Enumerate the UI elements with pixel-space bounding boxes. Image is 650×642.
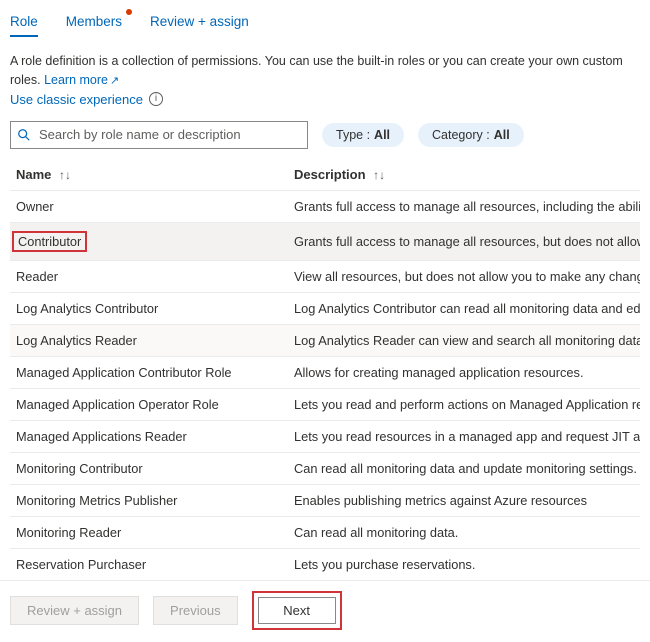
column-desc-label: Description xyxy=(294,167,366,182)
learn-more-label: Learn more xyxy=(44,73,108,87)
search-icon xyxy=(17,128,31,142)
search-box[interactable] xyxy=(10,121,308,149)
next-button[interactable]: Next xyxy=(258,597,336,624)
column-name-label: Name xyxy=(16,167,51,182)
category-filter-value: All xyxy=(494,128,510,142)
role-name: Monitoring Metrics Publisher xyxy=(16,493,177,508)
role-name: Log Analytics Reader xyxy=(16,333,137,348)
column-header-description[interactable]: Description ↑↓ xyxy=(288,159,640,191)
previous-button: Previous xyxy=(153,596,238,625)
attention-dot-icon xyxy=(126,9,132,15)
table-row[interactable]: Managed Applications Reader Lets you rea… xyxy=(10,420,640,452)
role-name: Reservation Purchaser xyxy=(16,557,146,572)
column-header-name[interactable]: Name ↑↓ xyxy=(10,159,288,191)
table-row[interactable]: Contributor Grants full access to manage… xyxy=(10,222,640,260)
classic-experience-link[interactable]: Use classic experience xyxy=(10,92,143,107)
table-row[interactable]: Reservation Purchaser Lets you purchase … xyxy=(10,548,640,580)
filters-row: Type : All Category : All xyxy=(10,121,640,149)
tab-role[interactable]: Role xyxy=(10,10,38,37)
role-name: Owner xyxy=(16,199,54,214)
table-row[interactable]: Log Analytics Contributor Log Analytics … xyxy=(10,292,640,324)
role-name: Monitoring Contributor xyxy=(16,461,143,476)
table-row[interactable]: Managed Application Contributor Role All… xyxy=(10,356,640,388)
footer-bar: Review + assign Previous Next xyxy=(0,580,650,642)
category-filter-label: Category : xyxy=(432,128,490,142)
type-filter-pill[interactable]: Type : All xyxy=(322,123,404,147)
role-desc: Lets you read and perform actions on Man… xyxy=(294,397,640,412)
role-name: Managed Application Contributor Role xyxy=(16,365,232,380)
role-desc: Can read all monitoring data and update … xyxy=(294,461,637,476)
tab-review-assign[interactable]: Review + assign xyxy=(150,10,249,37)
table-row[interactable]: Monitoring Contributor Can read all moni… xyxy=(10,452,640,484)
role-desc: Lets you read resources in a managed app… xyxy=(294,429,640,444)
role-desc: Log Analytics Contributor can read all m… xyxy=(294,301,640,316)
role-name: Contributor xyxy=(18,234,81,249)
search-input[interactable] xyxy=(37,126,301,143)
learn-more-link[interactable]: Learn more↗ xyxy=(44,73,119,87)
table-row[interactable]: Log Analytics Reader Log Analytics Reade… xyxy=(10,324,640,356)
roles-table: Name ↑↓ Description ↑↓ Owner Grants full… xyxy=(10,159,640,580)
tab-members-label: Members xyxy=(66,14,122,29)
role-desc: Enables publishing metrics against Azure… xyxy=(294,493,587,508)
role-name: Monitoring Reader xyxy=(16,525,121,540)
tab-members[interactable]: Members xyxy=(66,10,122,37)
role-name: Managed Application Operator Role xyxy=(16,397,219,412)
category-filter-pill[interactable]: Category : All xyxy=(418,123,524,147)
table-row[interactable]: Monitoring Metrics Publisher Enables pub… xyxy=(10,484,640,516)
role-desc: Allows for creating managed application … xyxy=(294,365,584,380)
tabs-row: Role Members Review + assign xyxy=(10,10,640,38)
highlight-box: Next xyxy=(252,591,342,630)
sort-icon: ↑↓ xyxy=(59,168,71,182)
role-desc: Grants full access to manage all resourc… xyxy=(294,234,640,249)
type-filter-value: All xyxy=(374,128,390,142)
role-name: Reader xyxy=(16,269,58,284)
role-desc: Grants full access to manage all resourc… xyxy=(294,199,640,214)
sort-icon: ↑↓ xyxy=(373,168,385,182)
review-assign-button: Review + assign xyxy=(10,596,139,625)
table-row[interactable]: Managed Application Operator Role Lets y… xyxy=(10,388,640,420)
table-row[interactable]: Monitoring Reader Can read all monitorin… xyxy=(10,516,640,548)
table-row[interactable]: Owner Grants full access to manage all r… xyxy=(10,190,640,222)
role-desc: Log Analytics Reader can view and search… xyxy=(294,333,640,348)
external-link-icon: ↗ xyxy=(110,75,119,87)
info-icon[interactable]: i xyxy=(149,92,163,106)
table-row[interactable]: Reader View all resources, but does not … xyxy=(10,260,640,292)
role-desc: Can read all monitoring data. xyxy=(294,525,458,540)
highlight-box: Contributor xyxy=(12,231,87,252)
intro-text: A role definition is a collection of per… xyxy=(10,52,640,90)
type-filter-label: Type : xyxy=(336,128,370,142)
role-name: Log Analytics Contributor xyxy=(16,301,158,316)
role-desc: View all resources, but does not allow y… xyxy=(294,269,640,284)
role-desc: Lets you purchase reservations. xyxy=(294,557,475,572)
role-name: Managed Applications Reader xyxy=(16,429,187,444)
